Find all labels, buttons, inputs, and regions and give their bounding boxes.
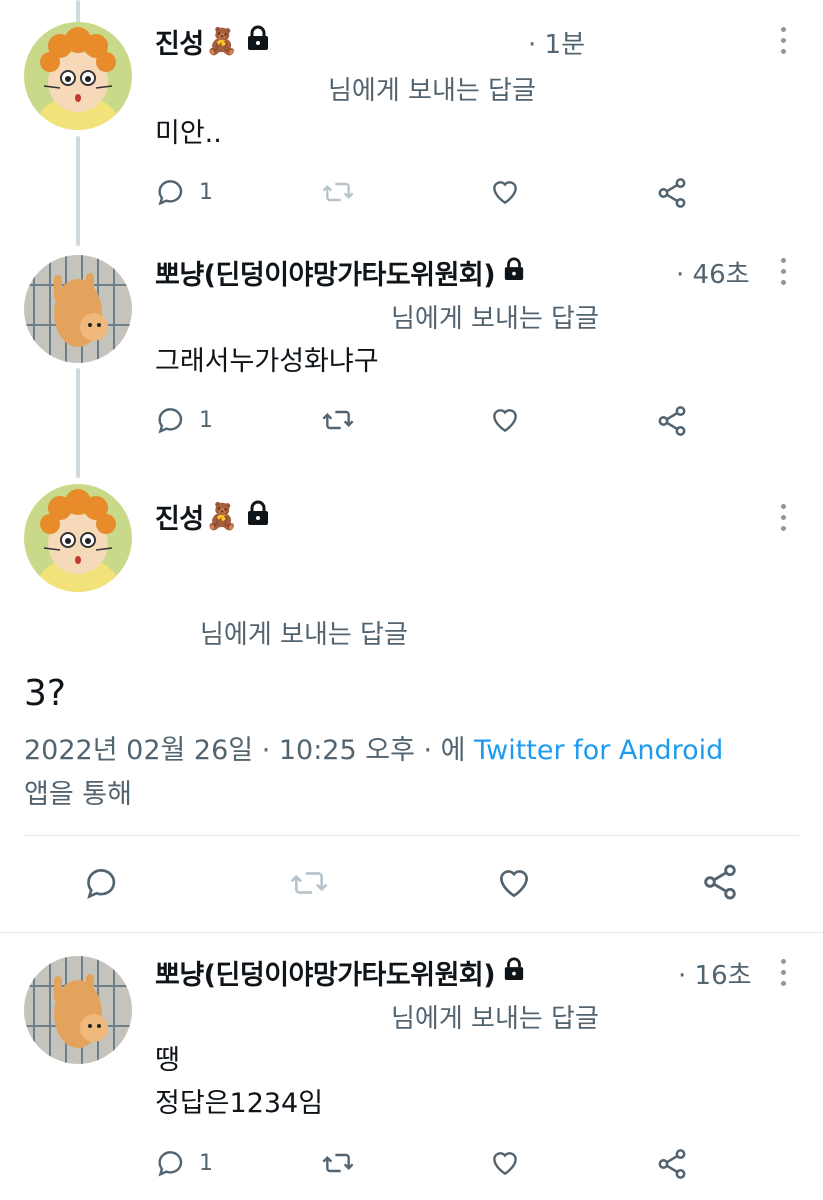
avatar[interactable] <box>24 22 132 130</box>
retweet-icon <box>320 404 356 436</box>
lock-icon <box>246 500 270 533</box>
avatar[interactable] <box>24 255 132 363</box>
like-button[interactable] <box>489 404 521 436</box>
reply-icon <box>155 176 187 208</box>
retweet-icon <box>320 176 356 208</box>
reply-button[interactable]: 1 <box>155 404 213 436</box>
share-icon <box>700 862 740 902</box>
display-name-text: 진성 <box>155 504 204 535</box>
reply-icon <box>83 864 121 902</box>
heart-icon <box>489 1147 521 1179</box>
display-name-text: 진성 <box>155 29 204 60</box>
display-name[interactable]: 진성 🧸 <box>155 22 270 61</box>
reply-button[interactable]: 1 <box>155 176 213 208</box>
retweet-button[interactable] <box>287 864 331 902</box>
retweet-icon <box>287 864 331 902</box>
reply-icon <box>155 1147 187 1179</box>
like-button[interactable] <box>495 864 533 902</box>
tweet-text: 3? <box>24 673 67 714</box>
replying-to[interactable]: 님에게 보내는 답글 <box>200 614 408 651</box>
share-icon <box>655 1147 689 1181</box>
heart-icon <box>495 864 533 902</box>
share-button[interactable] <box>655 1147 689 1181</box>
more-options-icon[interactable] <box>779 504 787 537</box>
tweet-text: 미안.. <box>155 118 222 149</box>
retweet-button[interactable] <box>320 176 356 208</box>
retweet-button[interactable] <box>320 404 356 436</box>
avatar[interactable] <box>24 484 132 592</box>
divider <box>0 932 823 933</box>
thread-connector <box>76 368 80 478</box>
heart-icon <box>489 404 521 436</box>
reply-button[interactable]: 1 <box>155 1147 213 1179</box>
tweet-text-line: 정답은1234임 <box>155 1088 324 1119</box>
retweet-icon <box>320 1147 356 1179</box>
thread-connector <box>76 136 80 246</box>
divider <box>24 835 799 836</box>
tweet-text-line: 땡 <box>155 1045 180 1076</box>
display-name[interactable]: 뽀냥(딘덩이야망가타도위원회) <box>155 953 525 992</box>
replying-to[interactable]: 님에게 보내는 답글 <box>391 298 599 335</box>
tweet-timestamp[interactable]: · 16초 <box>678 955 752 992</box>
source-suffix: 앱을 통해 <box>24 779 132 810</box>
reply-count: 1 <box>199 1150 213 1176</box>
tweet-timestamp[interactable]: · 1분 <box>528 24 585 61</box>
tweet-date: 2022년 02월 26일 · 10:25 오후 · 에 <box>24 735 475 766</box>
share-button[interactable] <box>655 176 689 210</box>
display-name[interactable]: 진성 🧸 <box>155 497 270 536</box>
share-button[interactable] <box>655 404 689 438</box>
display-name[interactable]: 뽀냥(딘덩이야망가타도위원회) <box>155 253 525 292</box>
tweet-text: 그래서누가성화냐구 <box>155 346 379 377</box>
lock-icon <box>503 957 525 988</box>
replying-to[interactable]: 님에게 보내는 답글 <box>328 70 536 107</box>
tweet-timestamp[interactable]: · 46초 <box>676 254 750 291</box>
share-icon <box>655 404 689 438</box>
source-link[interactable]: Twitter for Android <box>474 735 723 766</box>
display-name-text: 뽀냥(딘덩이야망가타도위원회) <box>155 960 496 991</box>
lock-icon <box>503 257 525 288</box>
lock-icon <box>246 25 270 58</box>
like-button[interactable] <box>489 1147 521 1179</box>
teddy-bear-emoji: 🧸 <box>205 26 238 57</box>
display-name-text: 뽀냥(딘덩이야망가타도위원회) <box>155 260 496 291</box>
like-button[interactable] <box>489 176 521 208</box>
heart-icon <box>489 176 521 208</box>
share-icon <box>655 176 689 210</box>
more-options-icon[interactable] <box>779 258 787 291</box>
retweet-button[interactable] <box>320 1147 356 1179</box>
share-button[interactable] <box>700 862 740 902</box>
replying-to[interactable]: 님에게 보내는 답글 <box>391 998 599 1035</box>
more-options-icon[interactable] <box>779 27 787 60</box>
more-options-icon[interactable] <box>779 959 787 992</box>
tweet-meta: 2022년 02월 26일 · 10:25 오후 · 에 Twitter for… <box>24 729 804 817</box>
avatar[interactable] <box>24 956 132 1064</box>
reply-button[interactable] <box>83 864 121 902</box>
reply-icon <box>155 404 187 436</box>
reply-count: 1 <box>199 407 213 433</box>
reply-count: 1 <box>199 179 213 205</box>
teddy-bear-emoji: 🧸 <box>205 501 238 532</box>
